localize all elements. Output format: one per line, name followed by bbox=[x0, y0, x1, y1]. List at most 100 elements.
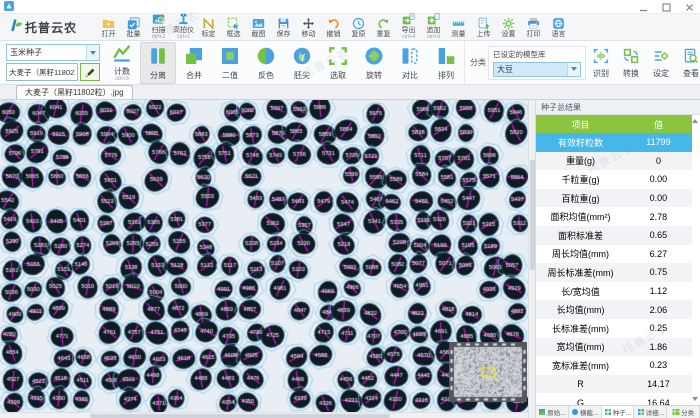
toolbar-button-compare[interactable]: 对比 bbox=[392, 42, 428, 84]
panel-tab-seed-results[interactable]: 种子... bbox=[602, 406, 635, 418]
close-button[interactable] bbox=[684, 2, 695, 13]
result-row[interactable]: 面积标准差0.65 bbox=[536, 226, 692, 245]
toolbar-button-label: 导出 bbox=[402, 27, 416, 34]
table-scroll-up-arrow[interactable] bbox=[692, 119, 698, 123]
result-row[interactable]: 宽标准差(mm)0.23 bbox=[536, 356, 692, 375]
toolbar-button-language[interactable]: 语言 bbox=[546, 17, 571, 38]
panel-tab-slice[interactable]: 横截... bbox=[569, 406, 602, 418]
toolbar-button-label: 打印 bbox=[527, 31, 541, 38]
overview-navigator-canvas[interactable] bbox=[449, 342, 527, 402]
result-row[interactable]: 长标准差(mm)0.25 bbox=[536, 319, 692, 338]
screenshot-icon bbox=[252, 17, 265, 30]
toolbar-button-restore[interactable]: 复原 bbox=[346, 17, 371, 38]
sample-type-select[interactable]: 玉米种子 bbox=[6, 44, 100, 61]
language-icon bbox=[552, 17, 565, 30]
toolbar-button-append[interactable]: 追加ctrl+5 bbox=[421, 13, 446, 41]
toolbar-button-calibrate[interactable]: 标定 bbox=[196, 17, 221, 38]
toolbar-button-save[interactable]: 保存 bbox=[271, 17, 296, 38]
batch-check-icon bbox=[127, 17, 140, 30]
toolbar-button-invert[interactable]: 反色 bbox=[248, 42, 284, 84]
toolbar-button-shortcut: ctrl+2 bbox=[152, 35, 166, 41]
table-scroll-down-arrow[interactable] bbox=[692, 397, 698, 401]
toolbar-button-label: 打开 bbox=[102, 31, 116, 38]
toolbar-button-shortcut: ctrl+4 bbox=[402, 35, 416, 41]
pick-icon bbox=[328, 46, 348, 70]
result-row[interactable]: 周长均值(mm)6.27 bbox=[536, 245, 692, 264]
toolbar-button-move[interactable]: 移动 bbox=[296, 17, 321, 38]
toolbar-button-binary[interactable]: 二值 bbox=[212, 42, 248, 84]
result-row[interactable]: 长均值(mm)2.06 bbox=[536, 300, 692, 319]
result-row[interactable]: R14.17 bbox=[536, 375, 692, 394]
toolbar-button-settings[interactable]: 设置 bbox=[496, 17, 521, 38]
toolbar-button-label: 移动 bbox=[302, 31, 316, 38]
chevron-down-icon[interactable] bbox=[86, 45, 99, 60]
vertical-scrollbar[interactable] bbox=[528, 100, 536, 418]
document-tab[interactable]: 大麦子（黑籽11802粒）.jpg bbox=[16, 85, 133, 99]
result-item-label: 宽标准差(mm) bbox=[536, 356, 625, 375]
toolbar-button-screenshot[interactable]: 截图 bbox=[246, 17, 271, 38]
open-folder-icon bbox=[102, 17, 115, 30]
panel-tab-detail[interactable]: 详细... bbox=[634, 406, 667, 418]
toolbar-button-label: 对比 bbox=[402, 72, 418, 80]
model-select[interactable]: 大豆 bbox=[493, 62, 581, 77]
maximize-button[interactable] bbox=[661, 2, 672, 13]
toolbar-button-merge[interactable]: 合并 bbox=[176, 42, 212, 84]
arrange-icon bbox=[436, 46, 456, 70]
toolbar-button-open-folder[interactable]: 打开 bbox=[96, 17, 121, 38]
result-row[interactable]: 重量(g)0 bbox=[536, 152, 692, 171]
toolbar-button-count[interactable]: 计数ctrl+3 bbox=[104, 42, 140, 84]
toolbar-button-inspect[interactable]: 查看 bbox=[676, 43, 700, 83]
toolbar-button-separate[interactable]: 分离 bbox=[140, 42, 176, 84]
result-row[interactable]: 周长标准差(mm)0.75 bbox=[536, 263, 692, 282]
chevron-down-icon[interactable] bbox=[567, 63, 580, 76]
result-row[interactable]: 面积均值(mm²)2.78 bbox=[536, 207, 692, 226]
toolbar-button-label: 上传 bbox=[477, 31, 491, 38]
sample-name-input[interactable] bbox=[6, 63, 78, 81]
measure-icon bbox=[452, 17, 465, 30]
pencil-icon bbox=[84, 66, 97, 79]
vertical-scrollbar-thumb[interactable] bbox=[530, 160, 535, 270]
image-viewer[interactable] bbox=[0, 100, 528, 418]
result-row[interactable]: 百粒重(g)0.00 bbox=[536, 189, 692, 208]
minimize-button[interactable] bbox=[638, 2, 649, 13]
result-row[interactable]: 宽均值(mm)1.86 bbox=[536, 338, 692, 357]
result-row[interactable]: 有效籽粒数11799 bbox=[536, 133, 692, 152]
overview-navigator[interactable] bbox=[449, 342, 527, 402]
toolbar-button-configure[interactable]: 设定 bbox=[646, 43, 676, 83]
toolbar-button-doc-camera[interactable]: 高拍仪ctrl+1 bbox=[171, 13, 196, 41]
horizontal-scrollbar[interactable] bbox=[0, 412, 528, 418]
toolbar-button-recognize[interactable]: 识别 bbox=[586, 43, 616, 83]
toolbar-button-convert[interactable]: 转换 bbox=[616, 43, 646, 83]
horizontal-scrollbar-thumb[interactable] bbox=[90, 414, 390, 418]
panel-tab-image[interactable]: 原始... bbox=[536, 406, 569, 418]
toolbar-button-arrange[interactable]: 排列 bbox=[428, 42, 464, 84]
toolbar-button-measure[interactable]: 测量 bbox=[446, 17, 471, 38]
result-row[interactable]: 长/宽均值1.12 bbox=[536, 282, 692, 301]
toolbar-button-upload[interactable]: 上传 bbox=[471, 17, 496, 38]
toolbar-button-redo[interactable]: 重复 bbox=[371, 17, 396, 38]
toolbar-button-rotate[interactable]: 旋转 bbox=[356, 42, 392, 84]
toolbar-button-pick[interactable]: 选取 bbox=[320, 42, 356, 84]
toolbar-button-print[interactable]: 打印 bbox=[521, 17, 546, 38]
column-header-value: 值 bbox=[625, 115, 692, 133]
image-tab-icon bbox=[538, 408, 546, 416]
toolbar-button-scan[interactable]: 扫描ctrl+2 bbox=[146, 13, 171, 41]
toolbar-button-tip[interactable]: 胚尖 bbox=[284, 42, 320, 84]
sample-type-value: 玉米种子 bbox=[7, 45, 86, 60]
toolbar-button-batch-check[interactable]: 批量 bbox=[121, 17, 146, 38]
toolbar-button-label: 排列 bbox=[438, 72, 454, 80]
result-row[interactable]: G16.64 bbox=[536, 393, 692, 405]
panel-tab-classify[interactable]: 分类 bbox=[667, 406, 700, 418]
column-header-item: 项目 bbox=[536, 115, 625, 133]
toolbar-button-export[interactable]: 导出ctrl+4 bbox=[396, 13, 421, 41]
edit-sample-button[interactable] bbox=[80, 63, 100, 81]
toolbar-button-box-select[interactable]: 框选 bbox=[221, 17, 246, 38]
restore-icon bbox=[352, 17, 365, 30]
result-row[interactable]: 千粒重(g)0.00 bbox=[536, 170, 692, 189]
result-item-label: 有效籽粒数 bbox=[536, 133, 625, 152]
box-select-icon bbox=[227, 17, 240, 30]
tools-toolbar-items: 计数ctrl+3分离合并二值 反色胚尖选取旋转对比 排列 bbox=[104, 41, 464, 84]
invert-icon bbox=[256, 46, 276, 70]
toolbar-button-label: 二值 bbox=[222, 72, 238, 80]
toolbar-button-undo[interactable]: 撤销 bbox=[321, 17, 346, 38]
